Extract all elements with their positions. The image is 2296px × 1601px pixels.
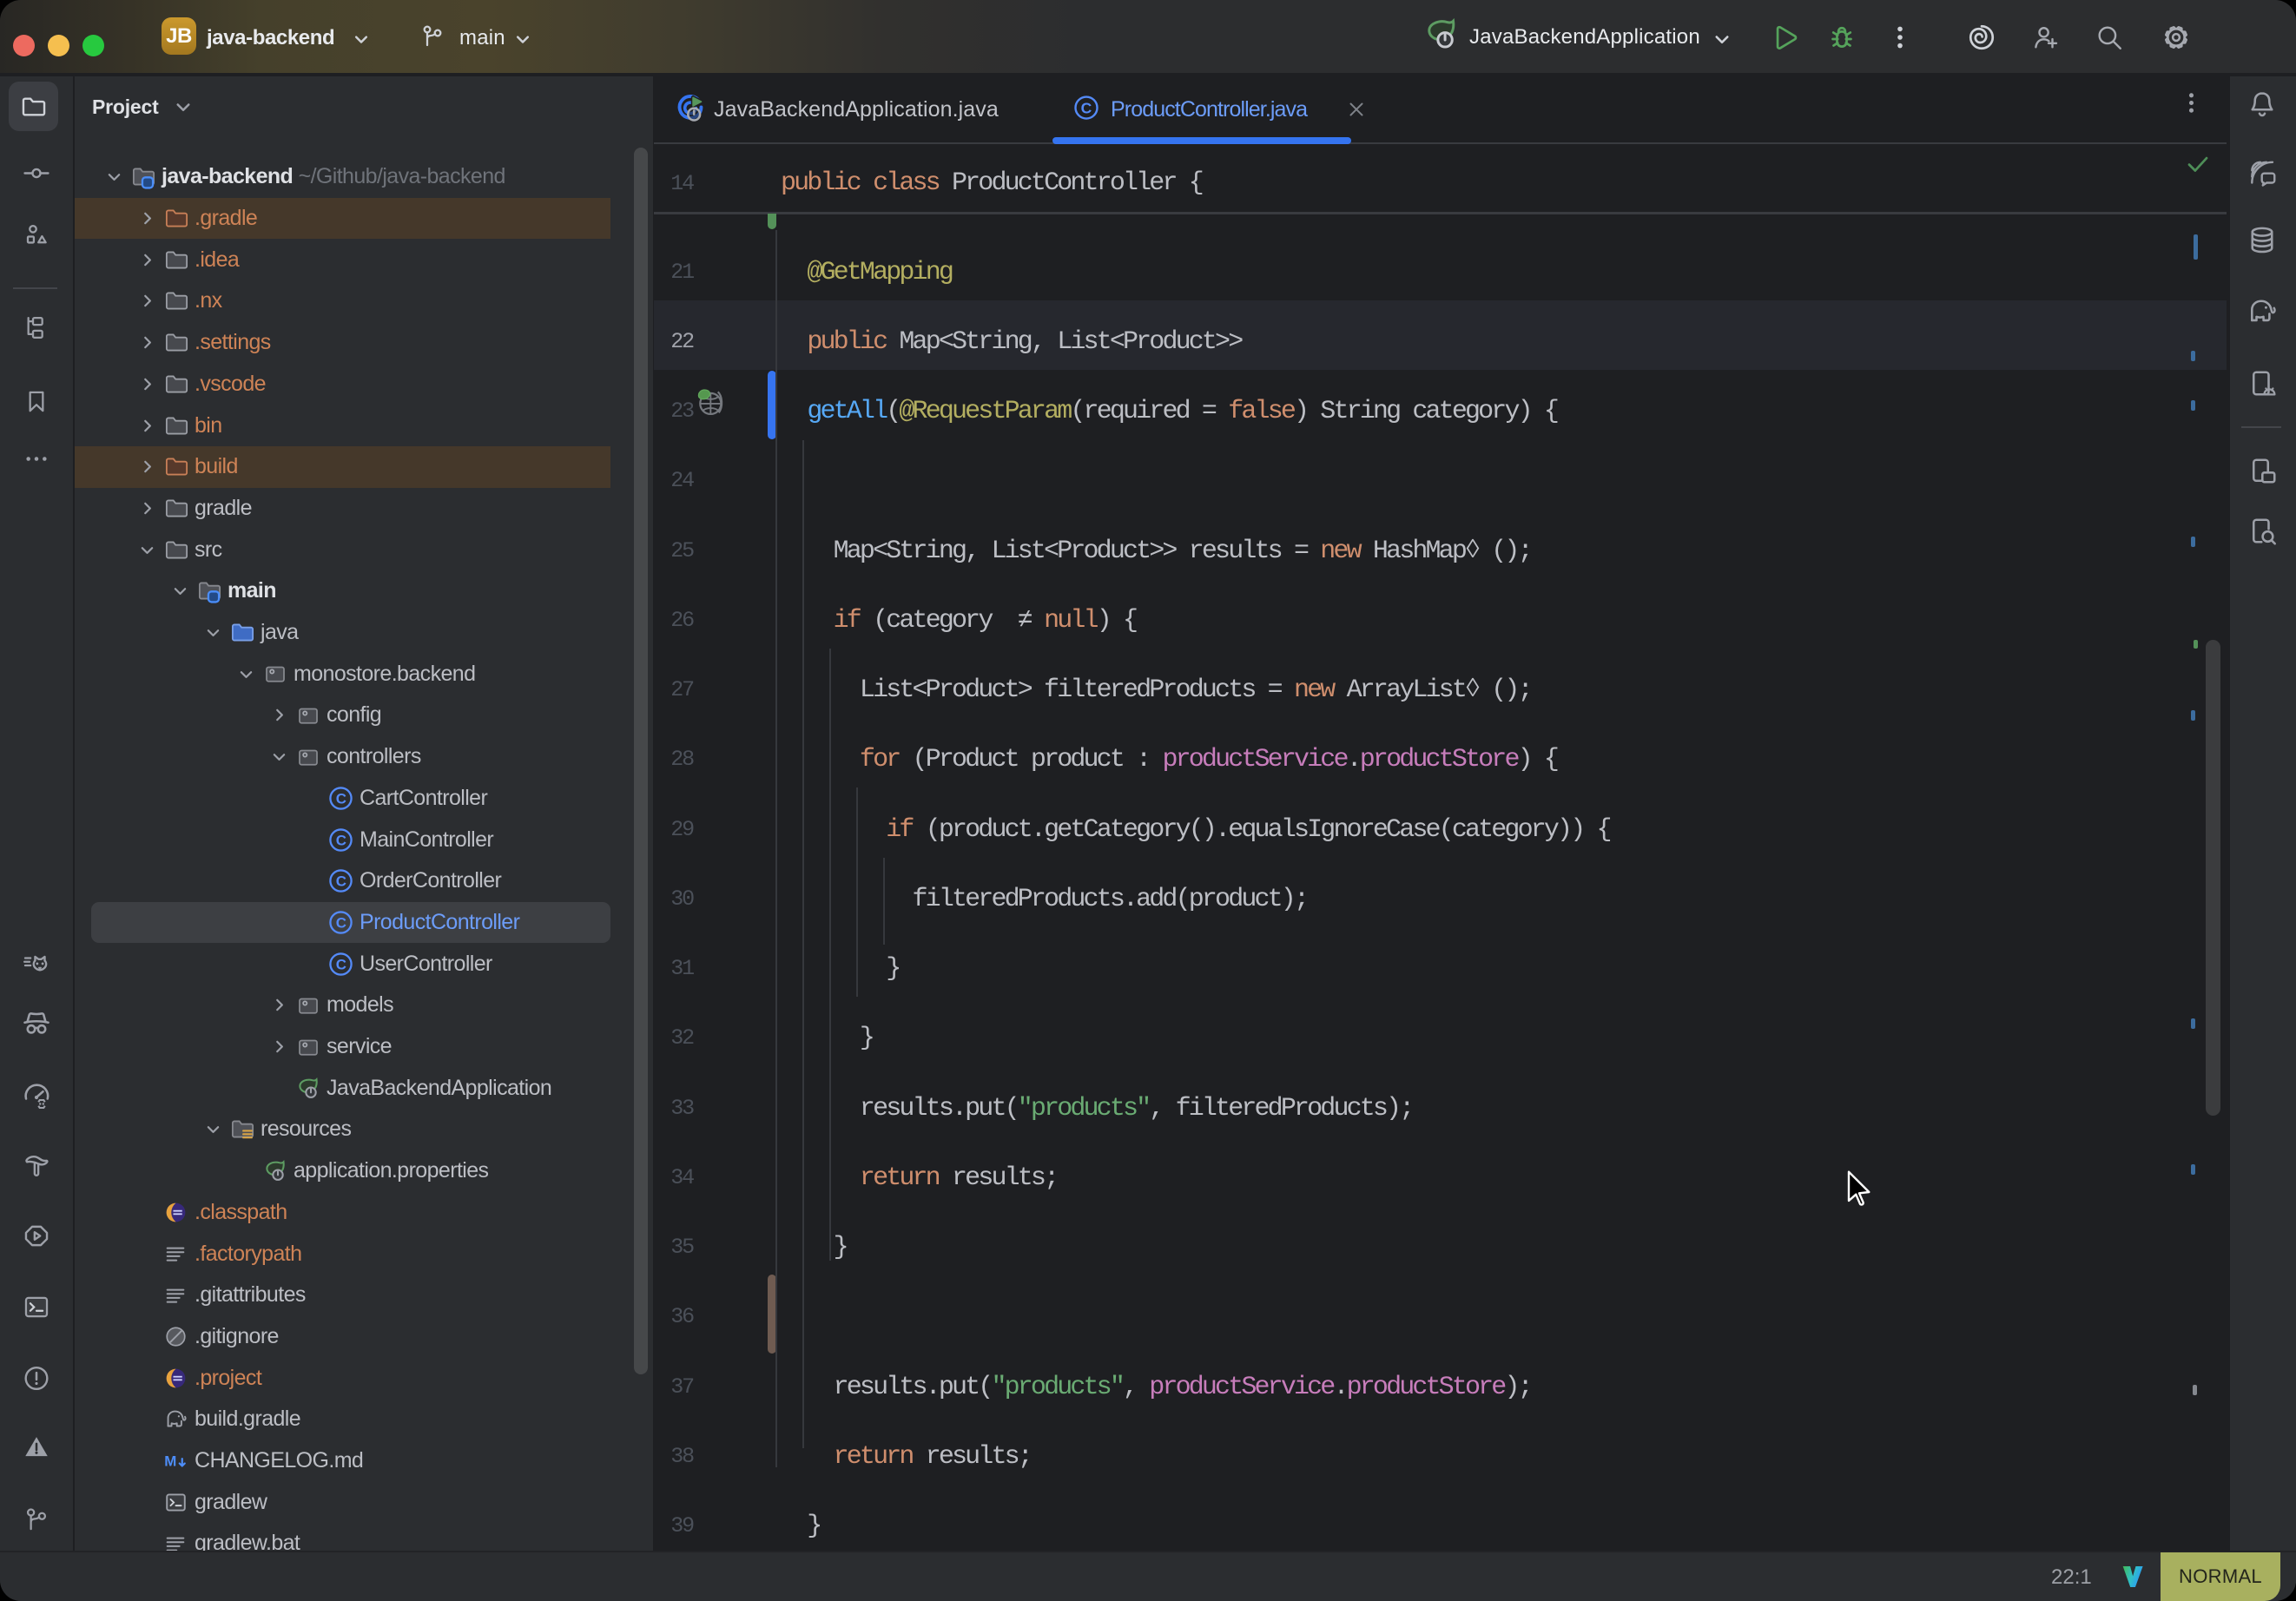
svg-text:C: C <box>1081 99 1092 116</box>
svg-text:C: C <box>336 914 346 931</box>
svg-text:C: C <box>336 790 346 807</box>
svg-text:C: C <box>336 956 346 972</box>
svg-text:C: C <box>336 873 346 890</box>
svg-text:C: C <box>336 832 346 848</box>
svg-text:M: M <box>164 1453 175 1470</box>
